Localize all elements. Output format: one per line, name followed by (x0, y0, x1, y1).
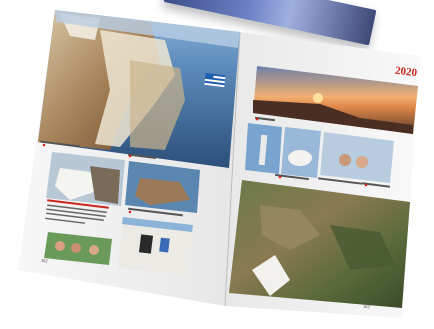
pelican-photo (281, 127, 321, 178)
couple-photo (320, 132, 394, 183)
photo-scene: 2020 162 163 (0, 0, 434, 329)
lighthouse-photo (245, 123, 282, 174)
right-page-number: 163 (362, 303, 370, 310)
left-page-number: 162 (40, 257, 48, 264)
aerial-valley-photo (229, 180, 410, 308)
photo-book-spread (18, 10, 420, 318)
blue-door-street-photo (118, 217, 193, 276)
seagull-photo-small (46, 152, 125, 206)
year-label: 2020 (394, 64, 418, 80)
island-aerial-photo (125, 161, 200, 213)
